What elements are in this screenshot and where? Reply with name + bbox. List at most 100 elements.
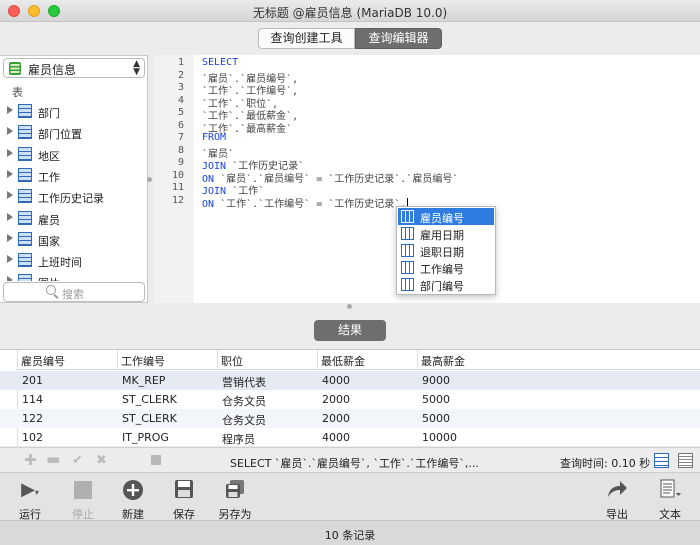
table-search-input[interactable]: 搜索 [3,282,145,302]
sidebar-item-table[interactable]: 工作 [0,165,147,186]
autocomplete-label: 部门编号 [420,280,464,293]
table-row[interactable]: 122 ST_CLERK 仓务文员 2000 5000 [0,409,700,428]
document-icon [650,479,690,501]
column-icon [401,227,414,240]
vertical-splitter-handle[interactable] [147,177,152,182]
discard-icon[interactable]: ✖ [96,453,107,468]
autocomplete-item[interactable]: 雇员编号 [398,208,494,225]
sidebar-item-table[interactable]: 地区 [0,144,147,165]
tab-query-builder[interactable]: 查询创建工具 [258,28,355,49]
save-button[interactable]: 保存 [164,479,204,521]
window-title: 无标题 @雇员信息 (MariaDB 10.0) [252,6,448,20]
sql-keyword: ON [202,199,215,210]
disclosure-triangle-icon[interactable] [7,191,13,199]
table-name: 工作历史记录 [38,192,104,205]
line-number: 7 [177,132,184,143]
sidebar-item-table[interactable]: 工作历史记录 [0,186,147,207]
column-icon [401,261,414,274]
tab-query-editor[interactable]: 查询编辑器 [355,28,442,49]
table-cell: ST_CLERK [122,412,177,425]
save-as-icon [215,479,255,501]
disclosure-triangle-icon[interactable] [7,276,13,281]
sql-keyword: SELECT [202,57,239,68]
table-cell: 10000 [422,431,457,444]
run-button[interactable]: ▶▾ 运行 [10,479,50,521]
table-cell: 9000 [422,374,450,387]
column-header[interactable]: 工作编号 [118,350,218,370]
table-icon [18,125,32,139]
line-number: 3 [177,82,184,93]
stop-icon [74,481,92,499]
table-name: 国家 [38,235,60,248]
autocomplete-item[interactable]: 退职日期 [398,242,494,259]
table-sidebar: 雇员信息 ▲ ▼ 表 部门 部门位置 地区 工作 工作历史记录 雇员 国家 上班时… [0,55,148,303]
table-cell: 114 [22,393,43,406]
horizontal-splitter-handle[interactable] [347,304,352,309]
title-bar: 无标题 @雇员信息 (MariaDB 10.0) [0,0,700,22]
autocomplete-label: 工作编号 [420,263,464,276]
text-view-icon[interactable] [678,453,693,468]
sidebar-item-table[interactable]: 雇员 [0,208,147,229]
sidebar-item-table[interactable]: 国家 [0,229,147,250]
database-icon [9,62,21,75]
autocomplete-item[interactable]: 雇用日期 [398,225,494,242]
sidebar-item-table[interactable]: 图片 [0,271,147,281]
column-icon [401,210,414,223]
table-cell: 营销代表 [222,376,266,389]
remove-row-icon[interactable]: ▬ [46,450,60,468]
sidebar-item-table[interactable]: 部门 [0,101,147,122]
disclosure-triangle-icon[interactable] [7,149,13,157]
save-disk-icon [164,479,204,501]
table-cell: 4000 [322,431,350,444]
column-header[interactable]: 最高薪金 [418,350,700,370]
sidebar-item-table[interactable]: 部门位置 [0,122,147,143]
table-cell: 201 [22,374,43,387]
autocomplete-item[interactable]: 部门编号 [398,276,494,293]
chevron-updown-icon: ▲ ▼ [133,59,140,77]
disclosure-triangle-icon[interactable] [7,255,13,263]
table-row[interactable]: 114 ST_CLERK 仓务文员 2000 5000 [0,390,700,409]
disclosure-triangle-icon[interactable] [7,234,13,242]
column-header[interactable]: 最低薪金 [318,350,418,370]
table-name: 雇员 [38,214,60,227]
sidebar-item-table[interactable]: 上班时间 [0,250,147,271]
code-line: ON `工作`.`工作编号` = `工作历史记录`. [202,195,409,210]
table-cell: ST_CLERK [122,393,177,406]
stop-button[interactable]: 停止 [63,479,103,521]
results-button[interactable]: 结果 [314,320,386,341]
sql-keyword: FROM [202,132,227,143]
sql-preview: SELECT `雇员`.`雇员编号`, `工作`.`工作编号`,... [230,457,479,470]
results-grid[interactable]: 雇员编号 工作编号 职位 最低薪金 最高薪金 201 MK_REP 营销代表 4… [0,349,700,446]
disclosure-triangle-icon[interactable] [7,106,13,114]
code-line: FROM [202,132,226,143]
save-as-button[interactable]: 另存为 [215,479,255,521]
new-button[interactable]: 新建 [113,479,153,521]
export-button[interactable]: 导出 [597,479,637,521]
line-number-gutter: 1 2 3 4 5 6 7 8 9 10 11 12 [154,55,194,303]
line-number: 5 [177,107,184,118]
table-cell: 仓务文员 [222,414,266,427]
column-header[interactable]: 职位 [218,350,318,370]
checkmark-icon[interactable]: ✔ [72,453,83,468]
line-number: 11 [171,182,184,193]
disclosure-triangle-icon[interactable] [7,213,13,221]
grid-view-icon[interactable] [654,453,669,468]
table-cell: 5000 [422,393,450,406]
autocomplete-item[interactable]: 工作编号 [398,259,494,276]
disclosure-triangle-icon[interactable] [7,127,13,135]
text-format-button[interactable]: 文本 [650,479,690,521]
result-status-bar: ✚ ▬ ✔ ✖ SELECT `雇员`.`雇员编号`, `工作`.`工作编号`,… [0,447,700,472]
database-select[interactable]: 雇员信息 ▲ ▼ [3,58,145,78]
table-row[interactable]: 102 IT_PROG 程序员 4000 10000 [0,428,700,447]
column-header[interactable]: 雇员编号 [18,350,118,370]
column-header-label: 最高薪金 [421,355,465,368]
add-row-icon[interactable]: ✚ [24,451,37,469]
play-icon: ▶▾ [21,479,39,500]
table-cell: 4000 [322,374,350,387]
table-row[interactable]: 201 MK_REP 营销代表 4000 9000 [0,371,700,390]
code-text: `工作`.`工作编号` = `工作历史记录`. [214,199,407,210]
table-icon [18,274,32,281]
table-icon [18,211,32,225]
table-name: 上班时间 [38,256,82,269]
disclosure-triangle-icon[interactable] [7,170,13,178]
